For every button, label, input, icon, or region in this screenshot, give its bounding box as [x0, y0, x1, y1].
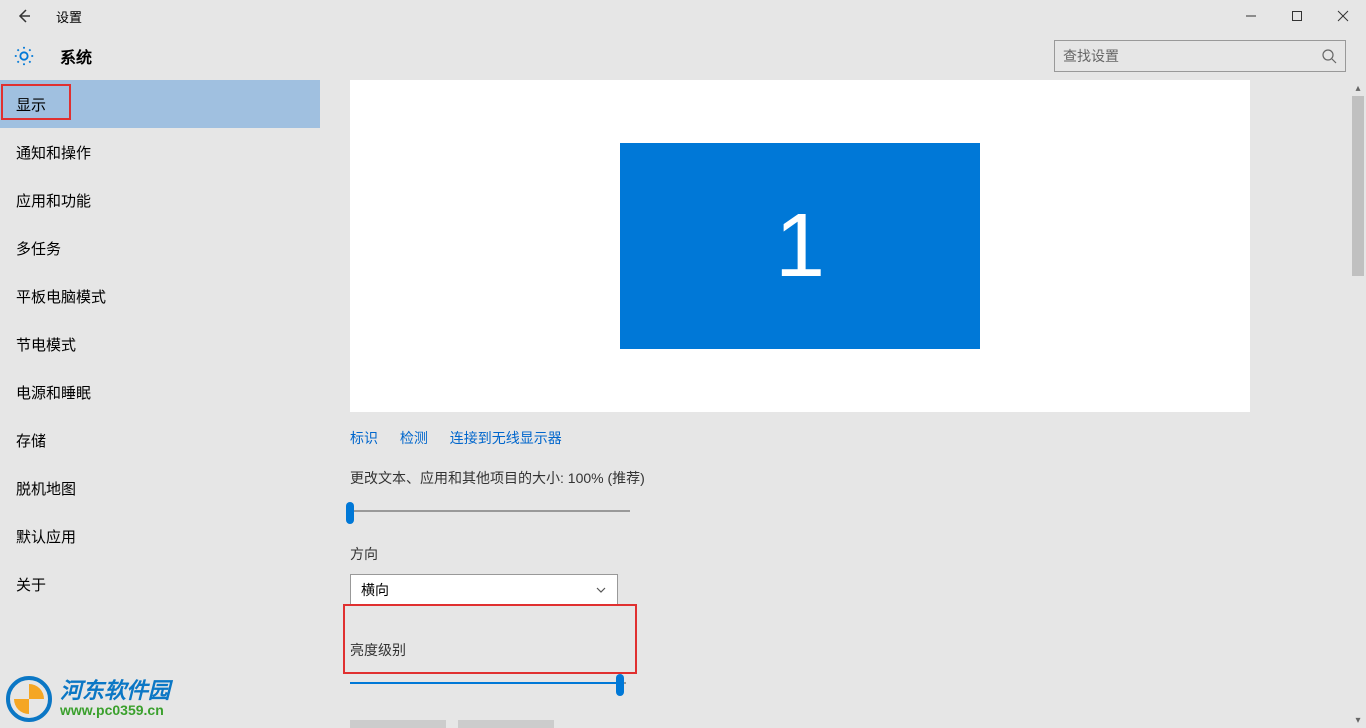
maximize-icon [1291, 10, 1303, 22]
content-area: 1 标识 检测 连接到无线显示器 更改文本、应用和其他项目的大小: 100% (… [320, 80, 1366, 728]
sidebar-item-battery-saver[interactable]: 节电模式 [0, 320, 320, 368]
scale-label: 更改文本、应用和其他项目的大小: 100% (推荐) [350, 468, 1336, 488]
sidebar-item-label: 节电模式 [16, 334, 76, 355]
wireless-display-link[interactable]: 连接到无线显示器 [450, 430, 562, 446]
orientation-dropdown[interactable]: 横向 [350, 574, 618, 606]
orientation-value: 横向 [361, 580, 595, 600]
detect-link[interactable]: 检测 [400, 430, 428, 446]
back-button[interactable] [0, 0, 48, 32]
watermark-text-cn: 河东软件园 [60, 679, 170, 703]
maximize-button[interactable] [1274, 0, 1320, 32]
monitor-preview[interactable]: 1 [620, 143, 980, 349]
close-icon [1337, 10, 1349, 22]
sidebar-item-multitasking[interactable]: 多任务 [0, 224, 320, 272]
watermark-logo-icon [6, 676, 52, 722]
sidebar-item-notifications[interactable]: 通知和操作 [0, 128, 320, 176]
search-icon [1321, 48, 1337, 64]
scrollbar[interactable]: ▴ ▾ [1350, 80, 1366, 728]
watermark-text-url: www.pc0359.cn [60, 703, 170, 718]
sidebar-item-label: 默认应用 [16, 526, 76, 547]
apply-button[interactable]: 应用 [350, 720, 446, 728]
header: 系统 查找设置 [0, 32, 1366, 80]
sidebar-item-offline-maps[interactable]: 脱机地图 [0, 464, 320, 512]
page-heading: 系统 [60, 44, 92, 68]
identify-link[interactable]: 标识 [350, 430, 378, 446]
sidebar-item-label: 电源和睡眠 [16, 382, 91, 403]
orientation-label: 方向 [350, 544, 1336, 564]
sidebar-item-label: 应用和功能 [16, 190, 91, 211]
scroll-up-icon[interactable]: ▴ [1350, 80, 1366, 96]
monitor-number: 1 [775, 195, 825, 298]
slider-fill [350, 682, 620, 684]
sidebar-item-label: 通知和操作 [16, 142, 91, 163]
window-controls [1228, 0, 1366, 32]
settings-icon [8, 45, 40, 67]
sidebar-item-apps-features[interactable]: 应用和功能 [0, 176, 320, 224]
brightness-section: 亮度级别 [350, 630, 644, 712]
sidebar-item-about[interactable]: 关于 [0, 560, 320, 608]
scroll-thumb[interactable] [1352, 96, 1364, 276]
sidebar-item-default-apps[interactable]: 默认应用 [0, 512, 320, 560]
brightness-slider[interactable] [350, 670, 626, 698]
minimize-button[interactable] [1228, 0, 1274, 32]
search-input[interactable]: 查找设置 [1054, 40, 1346, 72]
display-preview-canvas: 1 [350, 80, 1250, 412]
sidebar-item-label: 脱机地图 [16, 478, 76, 499]
scale-slider[interactable] [350, 498, 630, 526]
slider-thumb[interactable] [346, 502, 354, 524]
back-arrow-icon [16, 8, 32, 24]
scroll-down-icon[interactable]: ▾ [1350, 712, 1366, 728]
search-placeholder: 查找设置 [1063, 46, 1321, 66]
window-title: 设置 [56, 7, 82, 26]
minimize-icon [1245, 10, 1257, 22]
sidebar-item-label: 存储 [16, 430, 46, 451]
sidebar-item-tablet-mode[interactable]: 平板电脑模式 [0, 272, 320, 320]
slider-track [350, 510, 630, 512]
sidebar-item-label: 显示 [16, 94, 46, 115]
watermark: 河东软件园 www.pc0359.cn [6, 676, 170, 722]
sidebar-item-label: 关于 [16, 574, 46, 595]
sidebar-item-storage[interactable]: 存储 [0, 416, 320, 464]
brightness-label: 亮度级别 [350, 640, 644, 660]
close-button[interactable] [1320, 0, 1366, 32]
cancel-button[interactable]: 取消 [458, 720, 554, 728]
sidebar-item-display[interactable]: 显示 [0, 80, 320, 128]
sidebar-item-label: 多任务 [16, 238, 61, 259]
titlebar: 设置 [0, 0, 1366, 32]
button-row: 应用 取消 [350, 720, 1336, 728]
sidebar-item-label: 平板电脑模式 [16, 286, 106, 307]
slider-thumb[interactable] [616, 674, 624, 696]
sidebar: 显示 通知和操作 应用和功能 多任务 平板电脑模式 节电模式 电源和睡眠 存储 … [0, 80, 320, 728]
display-links: 标识 检测 连接到无线显示器 [350, 428, 1336, 448]
chevron-down-icon [595, 584, 607, 596]
sidebar-item-power-sleep[interactable]: 电源和睡眠 [0, 368, 320, 416]
